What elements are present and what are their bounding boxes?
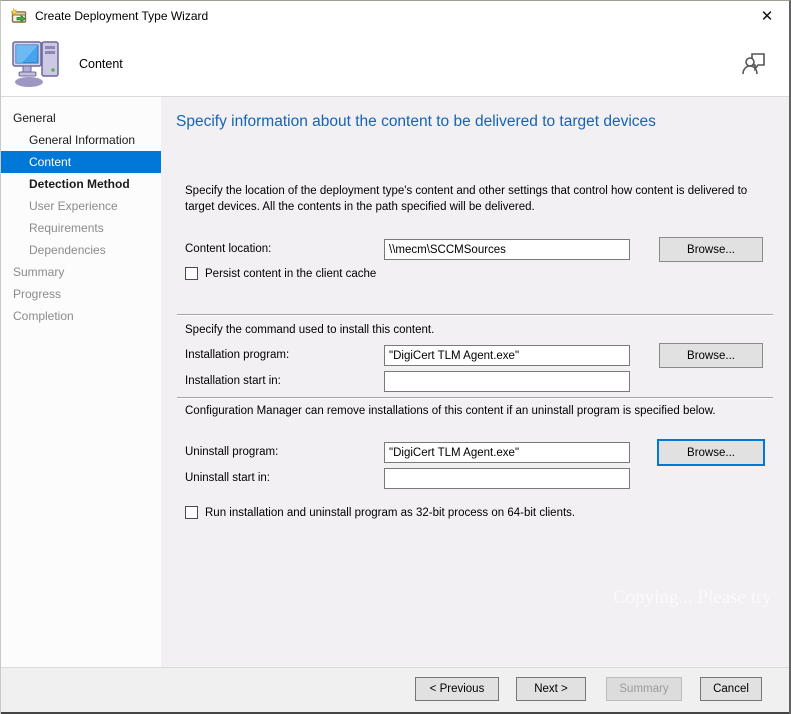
sidebar-item-detection-method[interactable]: Detection Method <box>1 173 161 195</box>
wizard-header: Content <box>1 31 789 97</box>
uninstall-program-browse-button[interactable]: Browse... <box>657 439 765 466</box>
content-location-browse-button[interactable]: Browse... <box>659 237 763 262</box>
run-32bit-checkbox-label: Run installation and uninstall program a… <box>205 506 576 519</box>
run-32bit-checkbox-row: Run installation and uninstall program a… <box>185 506 575 519</box>
persist-content-checkbox-row: Persist content in the client cache <box>185 267 376 280</box>
uninstall-start-in-input[interactable] <box>384 468 630 489</box>
uninstall-section-text: Configuration Manager can remove install… <box>185 405 716 417</box>
uninstall-program-input[interactable] <box>384 442 630 463</box>
sidebar-item-summary: Summary <box>13 265 65 279</box>
next-button[interactable]: Next > <box>516 677 586 701</box>
install-section-text: Specify the command used to install this… <box>185 324 435 336</box>
title-bar: Create Deployment Type Wizard ✕ <box>1 1 789 31</box>
installation-program-label: Installation program: <box>185 349 290 361</box>
page-heading: Specify information about the content to… <box>176 113 656 130</box>
footer-button-bar: < Previous Next > Summary Cancel <box>1 667 789 712</box>
intro-text: Specify the location of the deployment t… <box>185 185 748 214</box>
sidebar-item-user-experience: User Experience <box>29 199 118 213</box>
sidebar-item-general[interactable]: General <box>1 107 161 129</box>
content-location-label: Content location: <box>185 243 272 255</box>
sidebar-item-requirements: Requirements <box>29 221 104 235</box>
wizard-app-icon <box>11 8 27 23</box>
window-title: Create Deployment Type Wizard <box>35 9 209 23</box>
installation-program-input[interactable] <box>384 345 630 366</box>
persist-content-checkbox[interactable] <box>185 267 198 280</box>
sidebar-item-completion: Completion <box>13 309 74 323</box>
run-32bit-checkbox[interactable] <box>185 506 198 519</box>
section-divider <box>177 397 773 399</box>
content-location-input[interactable] <box>384 239 630 260</box>
summary-button[interactable]: Summary <box>606 677 682 701</box>
persist-content-checkbox-label: Persist content in the client cache <box>205 267 377 280</box>
feedback-icon[interactable] <box>741 49 767 75</box>
installation-start-in-label: Installation start in: <box>185 375 281 387</box>
computer-icon <box>12 41 59 87</box>
wizard-steps-sidebar: General General Information Content Dete… <box>1 97 161 667</box>
sidebar-item-general-information[interactable]: General Information <box>1 129 161 151</box>
uninstall-start-in-label: Uninstall start in: <box>185 472 271 484</box>
wizard-window: Create Deployment Type Wizard ✕ Content … <box>0 0 791 714</box>
close-icon[interactable]: ✕ <box>757 7 777 27</box>
installation-start-in-input[interactable] <box>384 371 630 392</box>
uninstall-program-label: Uninstall program: <box>185 446 279 458</box>
installation-program-browse-button[interactable]: Browse... <box>659 343 763 368</box>
page-title: Content <box>79 57 123 71</box>
sidebar-item-progress: Progress <box>13 287 62 301</box>
sidebar-item-dependencies: Dependencies <box>29 243 106 257</box>
previous-button[interactable]: < Previous <box>415 677 499 701</box>
sidebar-item-content[interactable]: Content <box>1 151 161 173</box>
section-divider <box>177 314 773 316</box>
cancel-button[interactable]: Cancel <box>700 677 762 701</box>
